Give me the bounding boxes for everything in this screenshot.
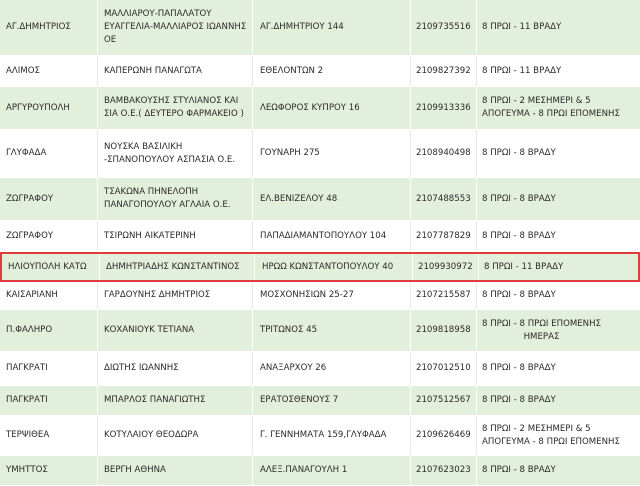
phone-cell: 2109626469	[410, 416, 480, 455]
pharmacy-name-cell: ΔΙΩΤΗΣ ΙΩΑΝΝΗΣ	[97, 352, 252, 385]
pharmacy-name-cell: ΤΣΙΡΩΝΗ ΑΙΚΑΤΕΡΙΝΗ	[97, 221, 252, 251]
pharmacy-name-cell: ΝΟΥΣΚΑ ΒΑΣΙΛΙΚΗ -ΣΠΑΝΟΠΟΥΛΟΥ ΑΣΠΑΣΙΑ Ο.Ε.	[97, 130, 252, 177]
area-cell: ΑΓ.ΔΗΜΗΤΡΙΟΣ	[6, 22, 71, 32]
hours-cell: 8 ΠΡΩΙ - 8 ΒΡΑΔΥ	[476, 221, 640, 251]
address-cell: ΜΟΣΧΟΝΗΣΙΩΝ 25-27	[252, 282, 410, 309]
address-cell: ΠΑΠΑΔΙΑΜΑΝΤΟΠΟΥΛΟΥ 104	[252, 221, 410, 251]
hours-cell: 8 ΠΡΩΙ - 11 ΒΡΑΔΥ	[476, 56, 640, 86]
area-cell: ΠΑΓΚΡΑΤΙ	[6, 363, 48, 373]
pharmacy-name-cell: ΒΑΜΒΑΚΟΥΣΗΣ ΣΤΥΛΙΑΝΟΣ ΚΑΙ ΣΙΑ Ο.Ε.( ΔΕΥΤΕ…	[97, 87, 252, 129]
table-row[interactable]: ΠΑΓΚΡΑΤΙ ΔΙΩΤΗΣ ΙΩΑΝΝΗΣ ΑΝΑΞΑΡΧΟΥ 26 210…	[0, 352, 640, 386]
table-row[interactable]: ΚΑΙΣΑΡΙΑΝΗ ΓΑΡΔΟΥΝΗΣ ΔΗΜΗΤΡΙΟΣ ΜΟΣΧΟΝΗΣΙ…	[0, 282, 640, 310]
address-cell: ΤΡΙΤΩΝΟΣ 45	[252, 310, 410, 351]
pharmacy-name-cell: ΒΕΡΓΗ ΑΘΗΝΑ	[97, 456, 252, 485]
table-row[interactable]: ΖΩΓΡΑΦΟΥ ΤΣΑΚΩΝΑ ΠΗΝΕΛΟΠΗ ΠΑΝΑΓΟΠΟΥΛΟΥ ΑΓ…	[0, 178, 640, 221]
phone-cell: 2107512567	[410, 386, 480, 415]
hours-cell: 8 ΠΡΩΙ - 8 ΒΡΑΔΥ	[476, 282, 640, 309]
address-cell: ΑΓ.ΔΗΜΗΤΡΙΟΥ 144	[252, 0, 410, 55]
pharmacy-name-cell: ΜΑΛΛΙΑΡΟΥ-ΠΑΠΑΛΑΤΟΥ ΕΥΑΓΓΕΛΙΑ-ΜΑΛΛΙΑΡΟΣ Ι…	[97, 0, 252, 55]
area-cell: ΚΑΙΣΑΡΙΑΝΗ	[6, 290, 58, 300]
phone-cell: 2109735516	[410, 0, 480, 55]
phone-cell: 2107012510	[410, 352, 480, 385]
table-row-highlighted[interactable]: ΗΛΙΟΥΠΟΛΗ ΚΑΤΩ ΔΗΜΗΤΡΙΑΔΗΣ ΚΩΝΣΤΑΝΤΙΝΟΣ …	[0, 252, 640, 282]
address-cell: ΓΟΥΝΑΡΗ 275	[252, 130, 410, 177]
pharmacy-name-cell: ΚΟΧΑΝΙΟΥΚ ΤΕΤΙΑΝΑ	[97, 310, 252, 351]
pharmacy-name-cell: ΓΑΡΔΟΥΝΗΣ ΔΗΜΗΤΡΙΟΣ	[97, 282, 252, 309]
table-row[interactable]: ΠΑΓΚΡΑΤΙ ΜΠΑΡΛΟΣ ΠΑΝΑΓΙΩΤΗΣ ΕΡΑΤΟΣΘΕΝΟΥΣ…	[0, 386, 640, 416]
area-cell: ΑΡΓΥΡΟΥΠΟΛΗ	[6, 102, 70, 113]
hours-cell: 8 ΠΡΩΙ - 8 ΒΡΑΔΥ	[476, 386, 640, 415]
phone-cell: 2109913336	[410, 87, 480, 129]
address-cell: ΑΝΑΞΑΡΧΟΥ 26	[252, 352, 410, 385]
area-cell: ΖΩΓΡΑΦΟΥ	[6, 230, 54, 241]
phone-cell: 2107488553	[410, 178, 480, 220]
hours-cell: 8 ΠΡΩΙ - 8 ΒΡΑΔΥ	[476, 130, 640, 177]
phone-cell: 2107787829	[410, 221, 480, 251]
pharmacy-name-cell: ΤΣΑΚΩΝΑ ΠΗΝΕΛΟΠΗ ΠΑΝΑΓΟΠΟΥΛΟΥ ΑΓΛΑΙΑ Ο.Ε.	[97, 178, 252, 220]
area-cell: Π.ΦΑΛΗΡΟ	[6, 325, 53, 335]
phone-cell: 2109818958	[410, 310, 480, 351]
pharmacy-name-cell: ΜΠΑΡΛΟΣ ΠΑΝΑΓΙΩΤΗΣ	[97, 386, 252, 415]
table-row[interactable]: ΓΛΥΦΑΔΑ ΝΟΥΣΚΑ ΒΑΣΙΛΙΚΗ -ΣΠΑΝΟΠΟΥΛΟΥ ΑΣΠΑ…	[0, 130, 640, 178]
hours-cell: 8 ΠΡΩΙ - 2 ΜΕΣΗΜΕΡΙ & 5 ΑΠΟΓΕΥΜΑ - 8 ΠΡΩΙ…	[476, 416, 640, 455]
area-cell: ΤΕΡΨΙΘΕΑ	[6, 430, 50, 440]
table-row[interactable]: ΑΓ.ΔΗΜΗΤΡΙΟΣ ΜΑΛΛΙΑΡΟΥ-ΠΑΠΑΛΑΤΟΥ ΕΥΑΓΓΕΛΙ…	[0, 0, 640, 56]
phone-cell: 2107623023	[410, 456, 480, 485]
pharmacy-name-cell: ΚΟΤΥΛΑΙΟΥ ΘΕΟΔΩΡΑ	[97, 416, 252, 455]
table-row[interactable]: ΖΩΓΡΑΦΟΥ ΤΣΙΡΩΝΗ ΑΙΚΑΤΕΡΙΝΗ ΠΑΠΑΔΙΑΜΑΝΤΟ…	[0, 221, 640, 252]
address-cell: ΑΛΕΞ.ΠΑΝΑΓΟΥΛΗ 1	[252, 456, 410, 485]
table-row[interactable]: ΑΡΓΥΡΟΥΠΟΛΗ ΒΑΜΒΑΚΟΥΣΗΣ ΣΤΥΛΙΑΝΟΣ ΚΑΙ ΣΙΑ…	[0, 87, 640, 130]
address-cell: ΕΛ.ΒΕΝΙΖΕΛΟΥ 48	[252, 178, 410, 220]
hours-cell: 8 ΠΡΩΙ - 2 ΜΕΣΗΜΕΡΙ & 5 ΑΠΟΓΕΥΜΑ - 8 ΠΡΩΙ…	[476, 87, 640, 129]
address-cell: ΕΘΕΛΟΝΤΩΝ 2	[252, 56, 410, 86]
hours-cell: 8 ΠΡΩΙ - 11 ΒΡΑΔΥ	[476, 0, 640, 55]
phone-cell: 2109930972	[412, 254, 482, 280]
area-cell: ΠΑΓΚΡΑΤΙ	[6, 395, 48, 405]
area-cell: ΑΛΙΜΟΣ	[6, 65, 40, 76]
table-row[interactable]: ΥΜΗΤΤΟΣ ΒΕΡΓΗ ΑΘΗΝΑ ΑΛΕΞ.ΠΑΝΑΓΟΥΛΗ 1 210…	[0, 456, 640, 486]
area-cell: ΗΛΙΟΥΠΟΛΗ ΚΑΤΩ	[8, 261, 87, 272]
table-row[interactable]: Π.ΦΑΛΗΡΟ ΚΟΧΑΝΙΟΥΚ ΤΕΤΙΑΝΑ ΤΡΙΤΩΝΟΣ 45 2…	[0, 310, 640, 352]
area-cell: ΥΜΗΤΤΟΣ	[6, 465, 48, 475]
hours-cell: 8 ΠΡΩΙ - 8 ΒΡΑΔΥ	[476, 352, 640, 385]
area-cell: ΓΛΥΦΑΔΑ	[6, 148, 47, 158]
phone-cell: 2108940498	[410, 130, 480, 177]
hours-cell: 8 ΠΡΩΙ - 8 ΒΡΑΔΥ	[476, 178, 640, 220]
table-row[interactable]: ΤΕΡΨΙΘΕΑ ΚΟΤΥΛΑΙΟΥ ΘΕΟΔΩΡΑ Γ. ΓΕΝΝΗΜΑΤΑ …	[0, 416, 640, 456]
address-cell: Γ. ΓΕΝΝΗΜΑΤΑ 159,ΓΛΥΦΑΔΑ	[252, 416, 410, 455]
phone-cell: 2107215587	[410, 282, 480, 309]
hours-cell: 8 ΠΡΩΙ - 11 ΒΡΑΔΥ	[478, 254, 640, 280]
hours-cell: 8 ΠΡΩΙ - 8 ΠΡΩΙ ΕΠΟΜΕΝΗΣ ΗΜΕΡΑΣ	[476, 310, 640, 351]
phone-cell: 2109827392	[410, 56, 480, 86]
pharmacy-table: ΑΓ.ΔΗΜΗΤΡΙΟΣ ΜΑΛΛΙΑΡΟΥ-ΠΑΠΑΛΑΤΟΥ ΕΥΑΓΓΕΛΙ…	[0, 0, 640, 486]
address-cell: ΛΕΩΦΟΡΟΣ ΚΥΠΡΟΥ 16	[252, 87, 410, 129]
address-cell: ΗΡΩΩ ΚΩΝΣΤΑΝΤΟΠΟΥΛΟΥ 40	[254, 254, 412, 280]
pharmacy-name-cell: ΔΗΜΗΤΡΙΑΔΗΣ ΚΩΝΣΤΑΝΤΙΝΟΣ	[99, 254, 254, 280]
hours-cell: 8 ΠΡΩΙ - 8 ΒΡΑΔΥ	[476, 456, 640, 485]
pharmacy-name-cell: ΚΑΠΕΡΩΝΗ ΠΑΝΑΓΩΤΑ	[97, 56, 252, 86]
table-row[interactable]: ΑΛΙΜΟΣ ΚΑΠΕΡΩΝΗ ΠΑΝΑΓΩΤΑ ΕΘΕΛΟΝΤΩΝ 2 210…	[0, 56, 640, 87]
area-cell: ΖΩΓΡΑΦΟΥ	[6, 193, 54, 204]
address-cell: ΕΡΑΤΟΣΘΕΝΟΥΣ 7	[252, 386, 410, 415]
